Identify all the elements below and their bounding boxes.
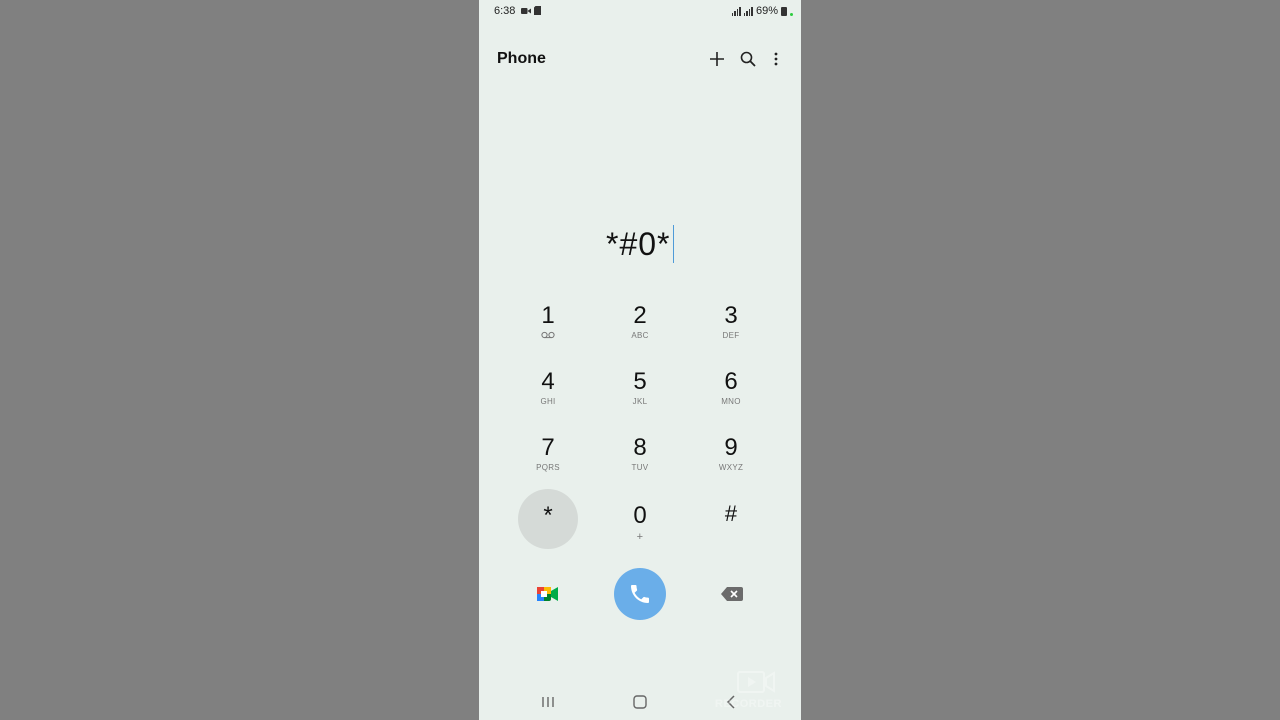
plus-icon <box>710 52 724 66</box>
status-bar: 6:38 69% <box>479 0 801 24</box>
recents-button[interactable] <box>536 692 560 712</box>
key-7[interactable]: 7 PQRS <box>518 424 578 484</box>
call-button[interactable] <box>614 568 666 620</box>
battery-icon <box>781 6 787 16</box>
key-0[interactable]: 0 + <box>610 489 670 549</box>
key-9[interactable]: 9 WXYZ <box>701 424 761 484</box>
key-letters: GHI <box>540 396 556 406</box>
key-hash[interactable]: # <box>701 489 761 549</box>
status-right-icons: 69% <box>731 5 793 17</box>
dialed-number: *#0* <box>606 225 671 262</box>
key-digit: 4 <box>541 367 555 395</box>
signal-icon <box>731 6 741 16</box>
number-display[interactable]: *#0* <box>479 222 801 266</box>
key-letters: PQRS <box>536 462 560 472</box>
privacy-indicator-icon <box>790 12 793 16</box>
video-camera-icon <box>521 6 531 18</box>
voicemail-icon <box>541 331 555 341</box>
key-6[interactable]: 6 MNO <box>701 358 761 418</box>
key-letters: JKL <box>632 396 648 406</box>
key-4[interactable]: 4 GHI <box>518 358 578 418</box>
home-button[interactable] <box>628 692 652 712</box>
signal-icon <box>743 6 753 16</box>
key-digit: 3 <box>724 301 738 329</box>
phone-screen: 6:38 69% Phone *#0* 1 2 ABC 3 DEF 4 GHI … <box>479 0 801 720</box>
sd-card-icon <box>534 6 541 18</box>
page-title: Phone <box>497 50 546 67</box>
watermark: RECORDER <box>715 668 795 714</box>
more-vert-icon <box>774 52 778 66</box>
key-2[interactable]: 2 ABC <box>610 292 670 352</box>
key-5[interactable]: 5 JKL <box>610 358 670 418</box>
status-left-icons <box>521 6 541 18</box>
more-options-button[interactable] <box>765 48 787 70</box>
google-meet-icon <box>537 587 558 601</box>
key-letters: TUV <box>631 462 649 472</box>
battery-percent: 69% <box>755 5 778 17</box>
key-digit: 2 <box>633 301 647 329</box>
key-8[interactable]: 8 TUV <box>610 424 670 484</box>
key-letters: DEF <box>722 330 740 340</box>
key-digit: 9 <box>724 433 738 461</box>
key-digit: 7 <box>541 433 555 461</box>
key-digit: 0 <box>633 501 647 529</box>
backspace-icon <box>721 587 743 601</box>
key-1[interactable]: 1 <box>518 292 578 352</box>
search-icon <box>740 51 756 67</box>
home-icon <box>633 695 647 709</box>
recents-icon <box>542 697 554 707</box>
key-letters: + <box>636 530 644 543</box>
key-letters: ABC <box>631 330 649 340</box>
status-time: 6:38 <box>494 5 516 17</box>
watermark-text: RECORDER <box>715 698 782 710</box>
key-star[interactable]: * <box>518 489 578 549</box>
app-header: Phone <box>479 40 801 76</box>
key-digit: 5 <box>633 367 647 395</box>
add-contact-button[interactable] <box>706 48 728 70</box>
text-cursor <box>672 225 674 263</box>
phone-icon <box>631 585 649 603</box>
video-call-button[interactable] <box>533 580 563 608</box>
backspace-button[interactable] <box>717 582 747 606</box>
key-letters: MNO <box>721 396 741 406</box>
recorder-logo-icon <box>737 671 775 693</box>
key-letters: WXYZ <box>718 462 744 472</box>
key-digit: # <box>724 500 738 526</box>
key-digit: 6 <box>724 367 738 395</box>
key-3[interactable]: 3 DEF <box>701 292 761 352</box>
key-digit: * <box>543 501 553 529</box>
key-digit: 8 <box>633 433 647 461</box>
key-digit: 1 <box>541 301 555 329</box>
search-button[interactable] <box>737 48 759 70</box>
